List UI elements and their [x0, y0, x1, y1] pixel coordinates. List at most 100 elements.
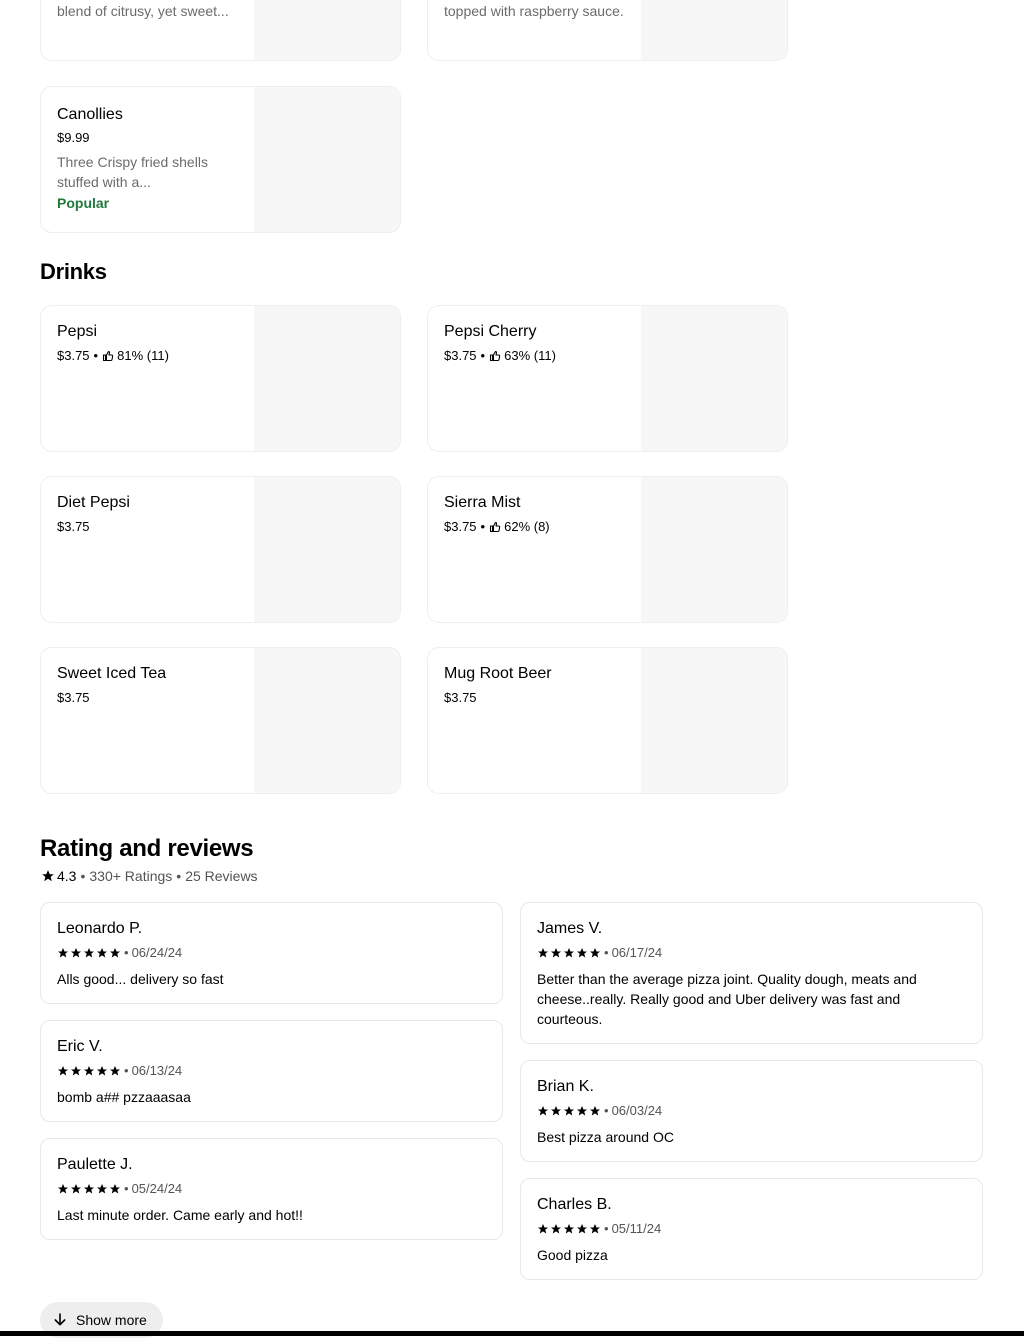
item-price-value: $3.75	[444, 690, 477, 705]
drink-item-card[interactable]: Sierra Mist $3.75 • 62% (8)	[427, 476, 788, 623]
star-icon	[97, 1184, 107, 1194]
review-meta: • 06/03/24	[537, 1103, 662, 1119]
review-meta: • 05/11/24	[537, 1221, 661, 1237]
arrow-down-icon	[54, 1313, 66, 1326]
reviewer-name: Leonardo P.	[57, 920, 143, 937]
review-meta: • 05/24/24	[57, 1181, 182, 1197]
star-icon	[538, 1224, 548, 1234]
star-icon	[551, 1224, 561, 1234]
drink-item-card[interactable]: Pepsi Cherry $3.75 • 63% (11)	[427, 305, 788, 452]
star-icon	[590, 948, 600, 958]
star-icon	[110, 948, 120, 958]
reviewer-name: Charles B.	[537, 1196, 612, 1213]
star-icon	[590, 1106, 600, 1116]
item-price-value: $3.75	[444, 348, 477, 363]
review-date: 06/13/24	[131, 1063, 183, 1078]
star-icon	[97, 1066, 107, 1076]
section-title-drinks: Drinks	[40, 259, 107, 284]
review-text: Best pizza around OC	[537, 1129, 674, 1145]
star-icon	[577, 948, 587, 958]
review-text: Good pizza	[537, 1247, 608, 1263]
review-date: 05/24/24	[131, 1181, 183, 1196]
star-icon	[590, 1224, 600, 1234]
overall-rating: 4.3	[57, 868, 77, 884]
menu-item-card[interactable]: topped with raspberry sauce.	[427, 0, 788, 61]
item-description: topped with raspberry sauce.	[444, 3, 624, 19]
item-name: Canollies	[57, 106, 123, 123]
star-icon	[564, 1106, 574, 1116]
item-price-value: $3.75	[444, 519, 477, 534]
star-icon	[58, 1184, 68, 1194]
star-icon	[84, 948, 94, 958]
review-stars	[537, 1105, 601, 1117]
reviews-title: Rating and reviews	[40, 835, 254, 862]
review-stars	[537, 1223, 601, 1235]
drink-item-card[interactable]: Sweet Iced Tea $3.75	[40, 647, 401, 794]
item-rating: 63% (11)	[504, 348, 556, 363]
item-price: $3.75	[57, 690, 257, 706]
reviews-summary: 4.3 • 330+ Ratings • 25 Reviews	[41, 868, 258, 884]
star-icon	[564, 948, 574, 958]
item-price-value: $3.75	[57, 348, 90, 363]
drink-item-card[interactable]: Pepsi $3.75 • 81% (11)	[40, 305, 401, 452]
review-card: Brian K. • 06/03/24 Best pizza around OC	[520, 1060, 983, 1162]
review-text: bomb a## pzzaaasaa	[57, 1089, 191, 1105]
star-icon	[110, 1184, 120, 1194]
bottom-bar	[0, 1331, 1024, 1336]
item-price: $3.75	[57, 519, 257, 535]
item-image	[254, 87, 400, 232]
reviewer-name: Brian K.	[537, 1078, 594, 1095]
item-price-value: $3.75	[57, 519, 90, 534]
popular-badge: Popular	[57, 195, 110, 211]
thumbs-up-icon	[490, 350, 501, 362]
review-card: Charles B. • 05/11/24 Good pizza	[520, 1178, 983, 1280]
review-stars	[57, 1183, 121, 1195]
item-price: $9.99	[57, 130, 257, 146]
item-price-value: $9.99	[57, 130, 90, 145]
thumbs-up-icon	[103, 350, 114, 362]
item-description: Three Crispy fried shells stuffed with a…	[57, 154, 208, 190]
review-card: James V. • 06/17/24 Better than the average…	[520, 902, 983, 1044]
star-icon	[84, 1066, 94, 1076]
item-name: Mug Root Beer	[444, 665, 552, 682]
star-icon	[551, 948, 561, 958]
item-name: Pepsi	[57, 323, 98, 340]
star-icon	[564, 1224, 574, 1234]
item-price: $3.75 • 63% (11)	[444, 348, 556, 363]
item-rating: 81% (11)	[117, 348, 169, 363]
star-icon	[84, 1184, 94, 1194]
drink-item-card[interactable]: Mug Root Beer $3.75	[427, 647, 788, 794]
review-text: Better than the average pizza joint. Qua…	[537, 971, 917, 1027]
item-price: $3.75 • 81% (11)	[57, 348, 169, 363]
reviewer-name: Paulette J.	[57, 1156, 133, 1173]
review-date: 06/17/24	[611, 945, 663, 960]
review-text: Last minute order. Came early and hot!!	[57, 1207, 303, 1223]
star-icon	[577, 1106, 587, 1116]
reviewer-name: Eric V.	[57, 1038, 103, 1055]
item-price: $3.75 • 62% (8)	[444, 519, 550, 534]
item-image	[641, 0, 787, 60]
drink-item-card[interactable]: Diet Pepsi $3.75	[40, 476, 401, 623]
item-name: Pepsi Cherry	[444, 323, 537, 340]
review-meta: • 06/13/24	[57, 1063, 182, 1079]
review-card: Paulette J. • 05/24/24 Last minute order. C…	[40, 1138, 503, 1240]
item-price-value: $3.75	[57, 690, 90, 705]
item-image	[254, 0, 400, 60]
menu-item-card[interactable]: blend of citrusy, yet sweet...	[40, 0, 401, 61]
review-meta: • 06/24/24	[57, 945, 182, 961]
menu-item-card[interactable]: Canollies $9.99 Three Crispy fried shell…	[40, 86, 401, 233]
item-price: $3.75	[444, 690, 644, 706]
ratings-count: 330+ Ratings	[89, 868, 173, 884]
item-image	[254, 306, 400, 451]
item-name: Diet Pepsi	[57, 494, 130, 511]
show-more-label: Show more	[76, 1312, 147, 1328]
item-description: blend of citrusy, yet sweet...	[57, 3, 229, 19]
star-icon	[71, 1066, 81, 1076]
star-icon	[110, 1066, 120, 1076]
item-image	[641, 648, 787, 793]
item-name: Sweet Iced Tea	[57, 665, 167, 682]
item-image	[254, 477, 400, 622]
review-stars	[57, 947, 121, 959]
review-stars	[57, 1065, 121, 1077]
item-name: Sierra Mist	[444, 494, 521, 511]
